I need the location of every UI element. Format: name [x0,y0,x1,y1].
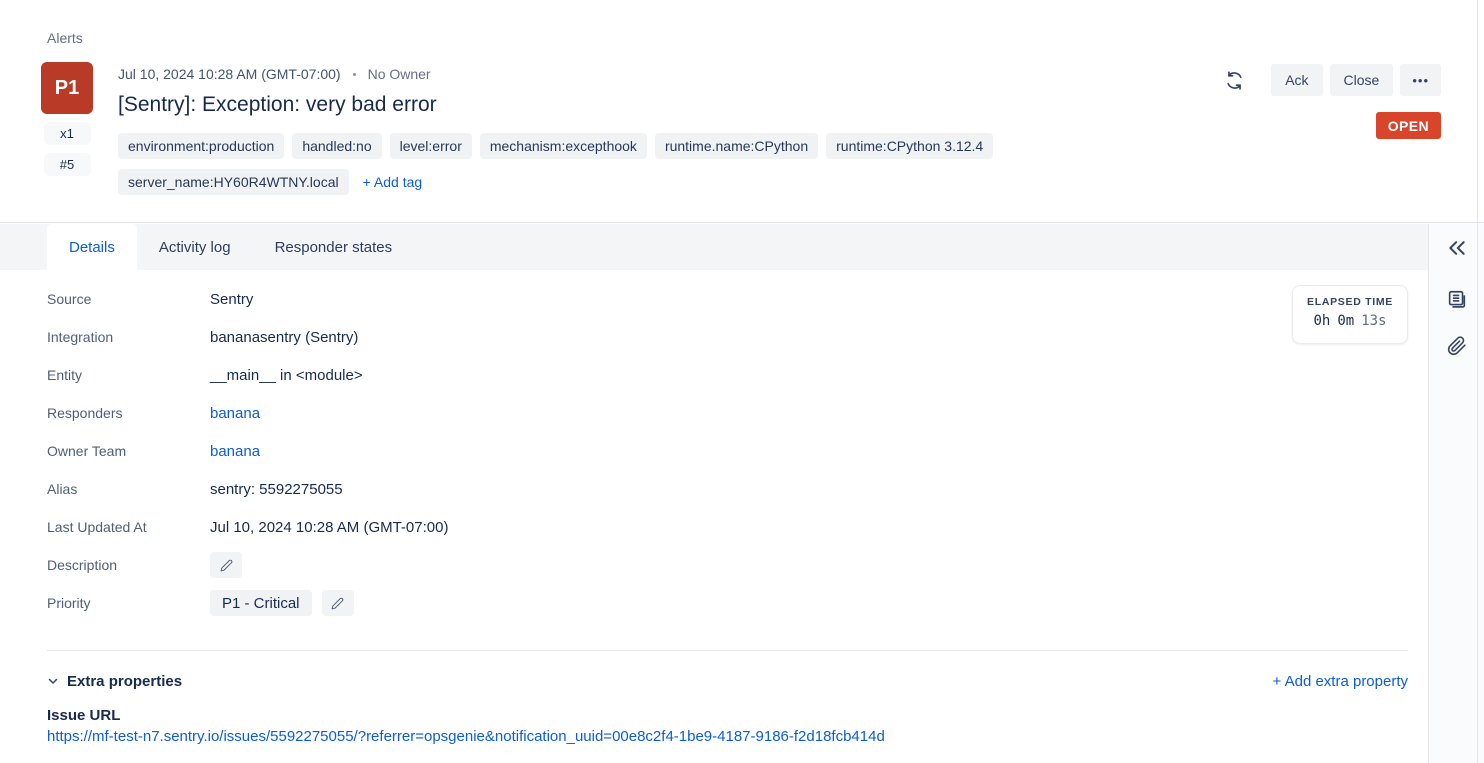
field-label: Priority [47,595,210,611]
field-value: bananasentry (Sentry) [210,329,1408,346]
chevron-down-icon [47,675,59,687]
priority-value-wrap: P1 - Critical [210,590,1408,616]
more-actions-button[interactable]: ••• [1400,64,1441,96]
alert-header: Alerts P1 x1 #5 Jul 10, 2024 10:28 AM (G… [0,0,1484,223]
pencil-icon [220,559,233,572]
collapse-panel-button[interactable] [1443,234,1471,262]
pencil-icon [331,597,344,610]
field-value: Sentry [210,291,1408,308]
double-chevron-left-icon [1447,240,1467,256]
notes-panel-button[interactable] [1443,286,1471,314]
field-row-responders: Responders banana [47,398,1408,428]
field-row-last-updated: Last Updated At Jul 10, 2024 10:28 AM (G… [47,512,1408,542]
field-label: Description [47,557,210,573]
tag-list: environment:production handled:no level:… [118,133,1128,195]
elapsed-minutes: 0m [1337,313,1354,329]
issue-url-label: Issue URL [47,707,1408,724]
right-rail [1428,224,1484,763]
elapsed-time-card: ELAPSED TIME 0h 0m 13s [1292,285,1408,344]
alert-count-badge: x1 [44,122,91,145]
tab-details[interactable]: Details [47,224,137,270]
field-value: Jul 10, 2024 10:28 AM (GMT-07:00) [210,519,1408,536]
edit-priority-button[interactable] [322,590,354,616]
field-row-entity: Entity __main__ in <module> [47,360,1408,390]
tag-row: environment:production handled:no level:… [118,133,1128,159]
responders-link[interactable]: banana [210,405,260,422]
notes-icon [1446,289,1468,311]
section-divider [47,650,1408,651]
panel-edge-divider [1477,0,1478,763]
alert-title: [Sentry]: Exception: very bad error [118,90,1128,120]
tag-chip[interactable]: mechanism:excepthook [480,133,647,159]
tab-activity-log[interactable]: Activity log [137,224,253,270]
owner-team-link[interactable]: banana [210,443,260,460]
details-panel: Source Sentry Integration bananasentry (… [0,270,1428,763]
field-row-description: Description [47,550,1408,580]
elapsed-hours: 0h [1313,313,1330,329]
field-row-priority: Priority P1 - Critical [47,588,1408,618]
dot-separator-icon [353,73,356,76]
edit-description-button[interactable] [210,552,242,578]
add-extra-property-button[interactable]: + Add extra property [1273,673,1409,690]
tab-responder-states[interactable]: Responder states [253,224,415,270]
priority-badges: P1 x1 #5 [41,62,93,176]
field-label: Alias [47,481,210,497]
alert-owner: No Owner [368,66,431,82]
extra-properties-header: Extra properties + Add extra property [47,669,1408,693]
tag-chip[interactable]: runtime.name:CPython [655,133,818,159]
tag-row: server_name:HY60R4WTNY.local + Add tag [118,169,1128,195]
ack-button[interactable]: Ack [1271,64,1322,96]
tag-chip[interactable]: runtime:CPython 3.12.4 [826,133,993,159]
tag-chip[interactable]: level:error [390,133,472,159]
alert-tiny-id-badge: #5 [44,153,91,176]
elapsed-time-values: 0h 0m 13s [1293,313,1407,329]
priority-badge: P1 [41,62,93,114]
field-value: __main__ in <module> [210,367,1408,384]
header-actions: Ack Close ••• [1222,64,1441,96]
field-label: Responders [47,405,210,421]
field-row-owner-team: Owner Team banana [47,436,1408,466]
tag-chip[interactable]: server_name:HY60R4WTNY.local [118,169,349,195]
elapsed-seconds: 13s [1361,313,1386,329]
field-row-source: Source Sentry [47,284,1408,314]
alert-meta-row: Jul 10, 2024 10:28 AM (GMT-07:00) No Own… [118,64,1128,84]
field-label: Source [47,291,210,307]
field-value: sentry: 5592275055 [210,481,1408,498]
more-icon: ••• [1412,73,1429,88]
field-label: Last Updated At [47,519,210,535]
breadcrumb[interactable]: Alerts [47,30,83,46]
field-row-integration: Integration bananasentry (Sentry) [47,322,1408,352]
field-label: Integration [47,329,210,345]
extra-properties-title: Extra properties [67,673,182,690]
tag-chip[interactable]: environment:production [118,133,284,159]
tab-bar: Details Activity log Responder states [0,224,1428,270]
paperclip-icon [1447,336,1467,356]
alert-head-main: Jul 10, 2024 10:28 AM (GMT-07:00) No Own… [118,64,1128,195]
alert-timestamp: Jul 10, 2024 10:28 AM (GMT-07:00) [118,66,341,82]
issue-url-link[interactable]: https://mf-test-n7.sentry.io/issues/5592… [47,728,885,745]
refresh-button[interactable] [1222,68,1246,92]
refresh-icon [1225,71,1244,90]
alert-detail-page: Alerts P1 x1 #5 Jul 10, 2024 10:28 AM (G… [0,0,1484,763]
field-label: Owner Team [47,443,210,459]
status-badge: OPEN [1376,112,1441,139]
tag-chip[interactable]: handled:no [292,133,381,159]
field-row-alias: Alias sentry: 5592275055 [47,474,1408,504]
attachments-panel-button[interactable] [1443,332,1471,360]
field-label: Entity [47,367,210,383]
close-button[interactable]: Close [1330,64,1394,96]
add-tag-button[interactable]: + Add tag [363,174,423,190]
extra-properties-toggle[interactable]: Extra properties [47,673,182,690]
priority-chip: P1 - Critical [210,590,312,616]
elapsed-time-title: ELAPSED TIME [1293,296,1407,308]
